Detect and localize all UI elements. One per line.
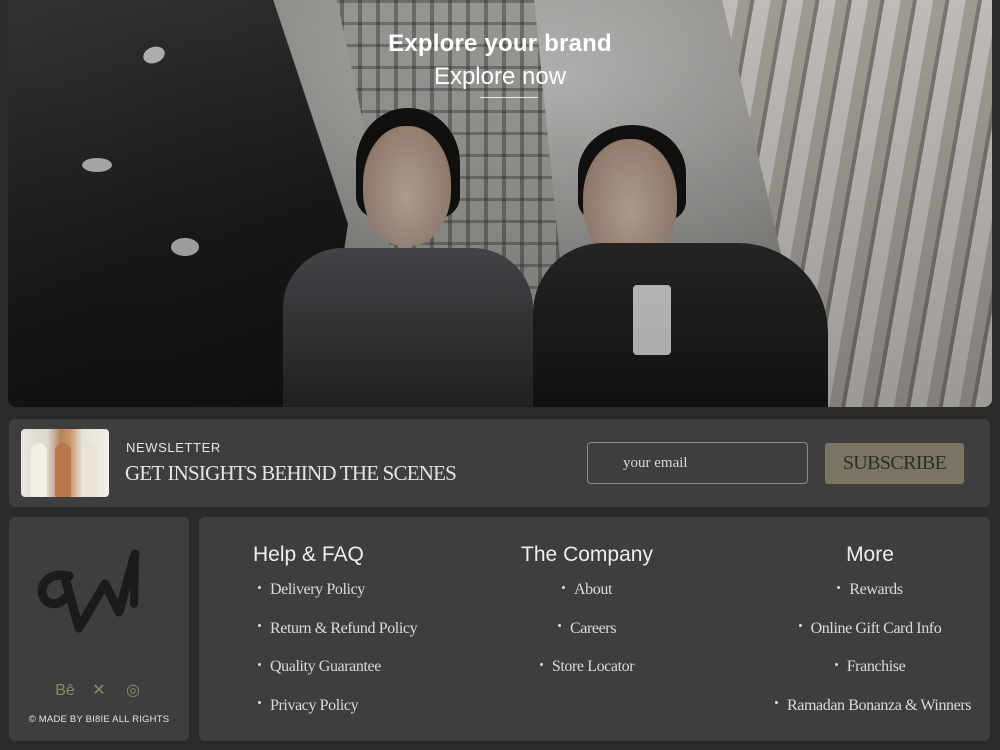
- more-heading: More: [846, 543, 894, 566]
- bullet-icon: [258, 585, 261, 589]
- copyright-text: © MADE BY BI8IE ALL RIGHTS: [28, 714, 170, 725]
- newsletter-label: NEWSLETTER: [126, 440, 221, 455]
- footer-link-ramadan-bonanza[interactable]: Ramadan Bonanza & Winners: [775, 697, 972, 736]
- bullet-icon: [258, 662, 261, 666]
- link-label: Ramadan Bonanza & Winners: [787, 696, 972, 714]
- bullet-icon: [834, 662, 838, 666]
- footer-link-store-locator[interactable]: Store Locator: [520, 658, 654, 697]
- bullet-icon: [258, 624, 261, 628]
- subscribe-button[interactable]: SUBSCRIBE: [825, 443, 964, 484]
- behance-icon[interactable]: Bē: [55, 682, 75, 700]
- link-label: Delivery Policy: [270, 581, 365, 598]
- bullet-icon: [561, 585, 565, 589]
- brand-card: Bē ✕ ◎ © MADE BY BI8IE ALL RIGHTS: [9, 517, 189, 741]
- explore-now-link[interactable]: Explore now: [8, 63, 992, 91]
- bullet-icon: [775, 701, 778, 705]
- link-label: Franchise: [846, 658, 906, 675]
- footer-link-franchise[interactable]: Franchise: [775, 658, 965, 697]
- newsletter-thumbnail: [21, 429, 109, 497]
- link-label: Return & Refund Policy: [270, 619, 418, 637]
- brand-logo: [37, 549, 140, 633]
- link-label: Online Gift Card Info: [810, 619, 942, 637]
- footer-link-delivery-policy[interactable]: Delivery Policy: [253, 581, 417, 620]
- link-label: Privacy Policy: [270, 696, 359, 714]
- newsletter-heading: GET INSIGHTS BEHIND THE SCENES: [125, 461, 457, 485]
- footer-link-return-refund[interactable]: Return & Refund Policy: [253, 619, 418, 659]
- link-label: Careers: [569, 619, 617, 637]
- x-twitter-icon[interactable]: ✕: [89, 682, 109, 700]
- hero-overlay: [8, 0, 992, 407]
- hero-banner: Explore your brand Explore now: [8, 0, 992, 407]
- link-label: Rewards: [849, 581, 903, 598]
- footer-link-gift-card[interactable]: Online Gift Card Info: [775, 620, 965, 659]
- bullet-icon: [557, 624, 561, 628]
- hero-title: Explore your brand: [388, 30, 612, 57]
- more-column: More Rewards Online Gift Card Info Franc…: [775, 543, 972, 736]
- footer-link-careers[interactable]: Careers: [520, 620, 654, 659]
- social-links: Bē ✕ ◎: [9, 682, 189, 700]
- company-column: The Company About Careers Store Locator: [520, 543, 654, 697]
- bullet-icon: [798, 624, 802, 628]
- bullet-icon: [258, 701, 261, 705]
- instagram-icon[interactable]: ◎: [123, 682, 143, 700]
- explore-now-underline: [480, 97, 538, 98]
- footer-link-about[interactable]: About: [520, 581, 654, 620]
- footer-links: Help & FAQ Delivery Policy Return & Refu…: [199, 517, 990, 741]
- link-label: About: [573, 581, 612, 598]
- footer-link-quality-guarantee[interactable]: Quality Guarantee: [253, 658, 417, 697]
- footer-link-rewards[interactable]: Rewards: [775, 581, 965, 620]
- link-label: Quality Guarantee: [270, 658, 381, 675]
- link-label: Store Locator: [551, 658, 635, 675]
- help-faq-heading: Help & FAQ: [253, 543, 364, 566]
- company-heading: The Company: [521, 543, 653, 566]
- bullet-icon: [837, 585, 841, 589]
- email-field[interactable]: [587, 442, 808, 484]
- help-faq-column: Help & FAQ Delivery Policy Return & Refu…: [253, 543, 418, 736]
- newsletter-bar: NEWSLETTER GET INSIGHTS BEHIND THE SCENE…: [9, 419, 990, 507]
- footer-link-privacy-policy[interactable]: Privacy Policy: [253, 697, 417, 736]
- bullet-icon: [539, 662, 543, 666]
